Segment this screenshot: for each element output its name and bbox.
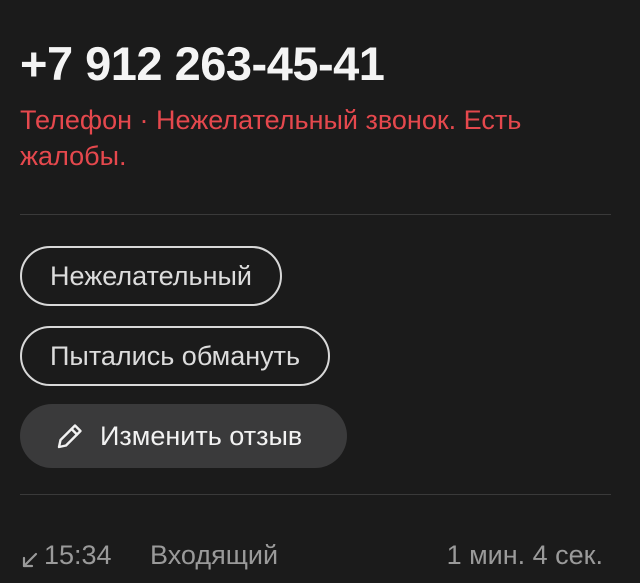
tag-scam-attempt-label: Пытались обмануть	[50, 340, 301, 371]
divider-top	[20, 214, 611, 215]
phone-number: +7 912 263-45-41	[20, 37, 385, 90]
incoming-arrow-icon	[20, 546, 40, 568]
edit-review-button[interactable]: Изменить отзыв	[20, 404, 347, 468]
call-type: Входящий	[150, 540, 279, 570]
divider-bottom	[20, 494, 611, 495]
tag-unwanted-label: Нежелательный	[50, 260, 252, 291]
call-duration: 1 мин. 4 сек.	[446, 540, 603, 570]
caller-description: Телефон · Нежелательный звонок. Есть жал…	[20, 105, 522, 171]
edit-review-label: Изменить отзыв	[100, 420, 303, 451]
tag-unwanted-chip[interactable]: Нежелательный	[20, 246, 282, 306]
call-time: 15:34	[44, 540, 112, 570]
pencil-icon	[52, 418, 88, 454]
tag-scam-attempt-chip[interactable]: Пытались обмануть	[20, 326, 331, 386]
call-history-row: 15:34 Входящий 1 мин. 4 сек.	[20, 538, 611, 578]
